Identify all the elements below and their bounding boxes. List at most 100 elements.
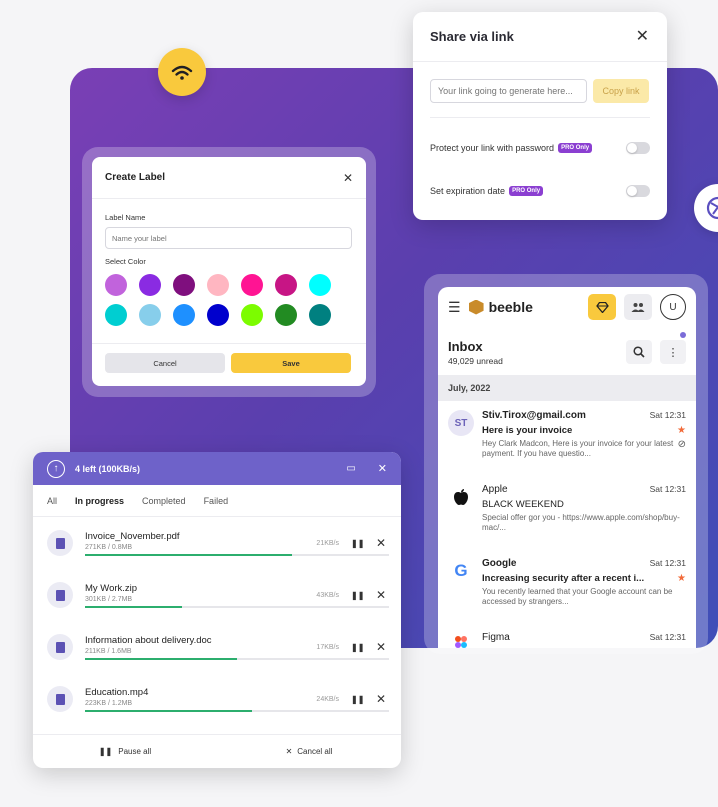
mail-subject: Increasing security after a recent i... <box>482 573 645 584</box>
search-button[interactable] <box>626 340 652 364</box>
copy-link-button[interactable]: Copy link <box>593 79 649 103</box>
color-swatch[interactable] <box>241 304 263 326</box>
close-icon[interactable]: ✕ <box>375 588 387 602</box>
color-swatch[interactable] <box>139 304 161 326</box>
pause-icon[interactable]: ❚❚ <box>351 695 364 704</box>
apple-logo-icon <box>448 484 474 510</box>
pause-all-button[interactable]: ❚❚ Pause all <box>33 747 217 756</box>
inbox-title: Inbox <box>448 338 483 354</box>
mail-item[interactable]: G Google Sat 12:31 Increasing security af… <box>438 549 696 623</box>
mail-date: Sat 12:31 <box>649 410 686 420</box>
avatar[interactable]: U <box>660 294 686 320</box>
file-info: Education.mp4 223KB / 1.2MB <box>85 687 389 712</box>
progress-fill <box>85 709 253 712</box>
color-swatch[interactable] <box>105 304 127 326</box>
label-title: Create Label <box>105 172 166 183</box>
file-icon <box>47 686 73 712</box>
pause-icon[interactable]: ❚❚ <box>351 539 364 548</box>
protect-label-group: Protect your link with password PRO Only <box>430 142 593 153</box>
mail-item[interactable]: Apple Sat 12:31 BLACK WEEKEND Special off… <box>438 475 696 549</box>
sender-avatar: ST <box>448 410 474 436</box>
cancel-all-button[interactable]: ✕ Cancel all <box>217 747 401 756</box>
color-swatch[interactable] <box>309 304 331 326</box>
close-icon[interactable]: ✕ <box>378 462 387 475</box>
progress-fill <box>85 657 237 660</box>
pause-icon[interactable]: ❚❚ <box>351 591 364 600</box>
more-options-icon[interactable]: ⋮ <box>660 340 686 364</box>
expire-label-group: Set expiration date PRO Only <box>430 185 544 196</box>
file-name: Information about delivery.doc <box>85 634 212 646</box>
downloads-title: 4 left (100KB/s) <box>75 463 141 474</box>
color-swatch[interactable] <box>207 274 229 296</box>
color-swatch[interactable] <box>139 274 161 296</box>
color-swatch[interactable] <box>105 274 127 296</box>
star-icon[interactable]: ★ <box>677 425 686 436</box>
tab-all[interactable]: All <box>47 496 57 506</box>
link-input[interactable] <box>430 79 587 103</box>
mail-preview: You recently learned that your Google ac… <box>482 587 673 606</box>
color-swatch[interactable] <box>173 274 195 296</box>
create-label-dialog: Create Label ✕ Label Name Select Color C… <box>92 157 366 386</box>
label-name-input[interactable] <box>105 227 352 249</box>
beeble-logo-icon <box>468 299 484 315</box>
mail-item-body: Google Sat 12:31 Increasing security afte… <box>482 558 686 623</box>
star-icon[interactable]: ★ <box>677 573 686 584</box>
file-size: 223KB / 1.2MB <box>85 699 133 707</box>
mail-app: ☰ beeble U Inbox 49,029 unread ⋮ July, 2… <box>438 287 696 648</box>
mail-item-body: Figma Sat 12:31 <box>482 632 686 648</box>
file-icon <box>47 634 73 660</box>
google-logo-icon: G <box>454 561 468 580</box>
tab-in-progress[interactable]: In progress <box>75 496 124 506</box>
mail-date: Sat 12:31 <box>649 484 686 494</box>
people-icon <box>631 303 645 312</box>
cancel-button[interactable]: Cancel <box>105 353 225 373</box>
color-swatch[interactable] <box>275 274 297 296</box>
close-icon[interactable]: ✕ <box>343 172 353 184</box>
protect-label: Protect your link with password <box>430 142 555 153</box>
file-row: Information about delivery.doc 211KB / 1.… <box>33 621 401 673</box>
mail-item[interactable]: ST Stiv.Tirox@gmail.com Sat 12:31 Here is… <box>438 401 696 475</box>
progress-bar <box>85 605 389 608</box>
expire-toggle[interactable] <box>626 184 650 197</box>
upload-icon: ↑ <box>47 459 65 478</box>
mail-subject-row: BLACK WEEKEND <box>482 499 686 510</box>
close-icon[interactable]: ✕ <box>375 536 387 550</box>
close-icon[interactable]: ✕ <box>375 640 387 654</box>
close-icon[interactable]: ✕ <box>636 28 649 45</box>
contacts-button[interactable] <box>624 294 652 320</box>
save-button[interactable]: Save <box>231 353 351 373</box>
globe-icon <box>706 196 718 220</box>
color-swatch[interactable] <box>207 304 229 326</box>
file-row: Education.mp4 223KB / 1.2MB 24KB/s ❚❚ ✕ <box>33 673 401 725</box>
mail-date: Sat 12:31 <box>649 558 686 568</box>
mail-item[interactable]: Figma Sat 12:31 <box>438 623 696 648</box>
color-swatch[interactable] <box>309 274 331 296</box>
protect-toggle[interactable] <box>626 141 650 154</box>
progress-bar <box>85 553 389 556</box>
mail-subject-row: Increasing security after a recent i... ★ <box>482 573 686 584</box>
tab-completed[interactable]: Completed <box>142 496 186 506</box>
tab-failed[interactable]: Failed <box>204 496 229 506</box>
minimize-icon[interactable]: ▭ <box>346 463 355 474</box>
pause-icon[interactable]: ❚❚ <box>351 643 364 652</box>
close-icon[interactable]: ✕ <box>375 692 387 706</box>
menu-icon[interactable]: ☰ <box>448 299 461 316</box>
file-list: Invoice_November.pdf 271KB / 0.8MB 21KB/s ❚… <box>33 517 401 725</box>
mail-preview-row: Special offer gor you - https://www.appl… <box>482 513 686 533</box>
mail-item-header: Figma Sat 12:31 <box>482 632 686 643</box>
sender-name: Google <box>482 558 517 569</box>
color-swatch[interactable] <box>173 304 195 326</box>
color-swatch[interactable] <box>275 304 297 326</box>
file-speed: 43KB/s <box>316 591 339 599</box>
file-speed: 17KB/s <box>316 643 339 651</box>
mail-subject: BLACK WEEKEND <box>482 499 564 510</box>
mail-date: Sat 12:31 <box>649 632 686 642</box>
mail-subject-row: Here is your invoice ★ <box>482 425 686 436</box>
file-info: My Work.zip 301KB / 2.7MB <box>85 583 389 608</box>
mail-preview: Hey Clark Madcon, Here is your invoice f… <box>482 439 674 458</box>
color-swatch[interactable] <box>241 274 263 296</box>
file-info: Invoice_November.pdf 271KB / 0.8MB <box>85 531 389 556</box>
mail-preview-row: Hey Clark Madcon, Here is your invoice f… <box>482 439 686 459</box>
pro-badge: PRO Only <box>509 185 544 196</box>
premium-button[interactable] <box>588 294 616 320</box>
